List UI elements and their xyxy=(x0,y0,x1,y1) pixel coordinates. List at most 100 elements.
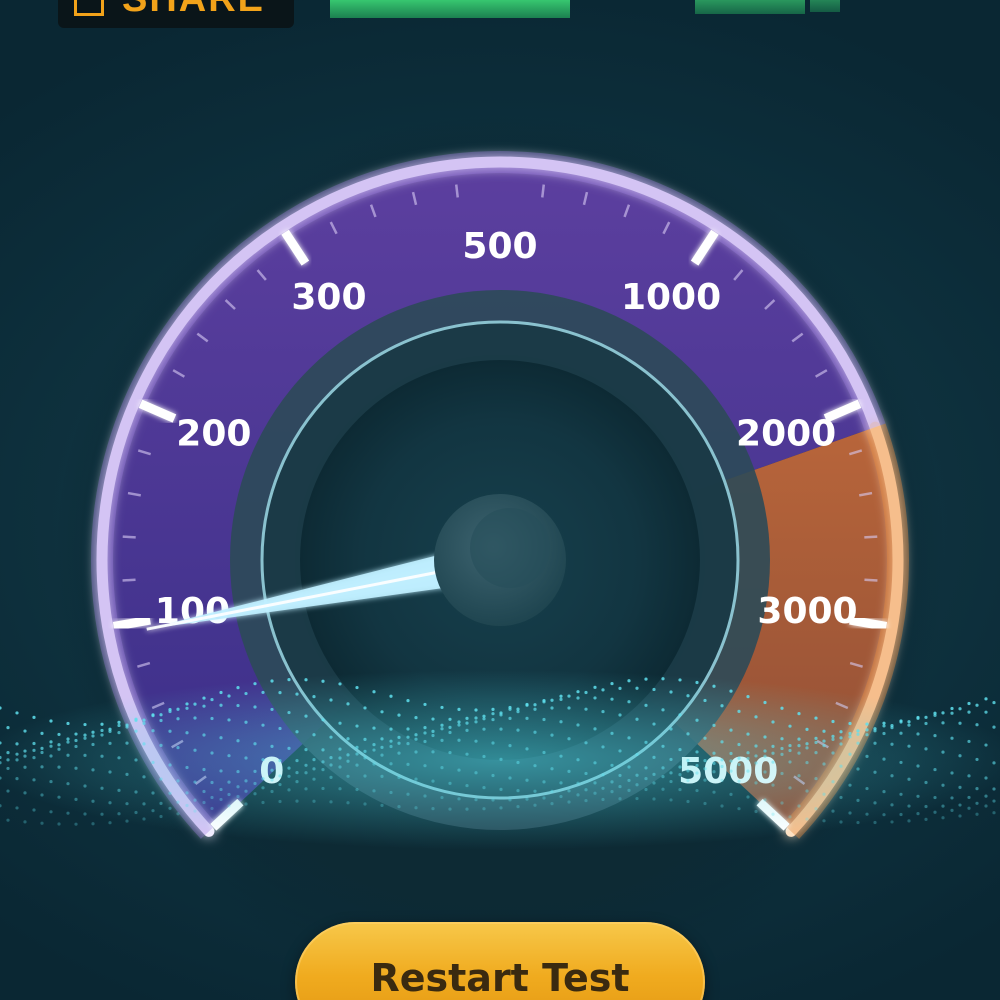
wave-dot xyxy=(227,780,231,784)
wave-dot xyxy=(992,787,996,791)
wave-dot xyxy=(754,809,758,814)
wave-dot xyxy=(950,706,954,711)
wave-dot xyxy=(601,773,605,777)
wave-dot xyxy=(57,747,61,751)
wave-dot xyxy=(576,696,580,700)
wave-dot xyxy=(848,752,852,756)
wave-dot xyxy=(253,742,257,746)
wave-dot xyxy=(763,735,767,739)
wave-dot xyxy=(822,819,826,823)
wave-dot xyxy=(100,812,104,816)
wave-dot xyxy=(227,694,231,698)
wave-dot xyxy=(814,807,818,811)
wave-dot xyxy=(865,786,869,791)
wave-dot xyxy=(890,726,894,730)
wave-dot xyxy=(6,751,10,755)
wave-dot xyxy=(117,756,121,760)
wave-dot xyxy=(627,765,631,769)
wave-dot xyxy=(329,800,333,804)
wave-dot xyxy=(584,690,588,695)
wave-dot xyxy=(984,804,988,808)
wave-dot xyxy=(975,703,979,707)
wave-dot xyxy=(890,774,894,778)
wave-dot xyxy=(227,792,231,797)
wave-dot xyxy=(321,748,325,752)
wave-dot xyxy=(159,718,163,723)
wave-dot xyxy=(499,713,503,717)
wave-dot xyxy=(83,753,87,757)
wave-dot xyxy=(975,723,979,727)
wave-dot xyxy=(737,709,741,713)
wave-dot xyxy=(66,721,70,726)
wave-dot xyxy=(406,735,410,739)
wave-dot xyxy=(0,706,2,710)
wave-dot xyxy=(151,714,155,718)
wave-dot xyxy=(958,814,962,818)
wave-dot xyxy=(644,703,648,707)
wave-dot xyxy=(270,744,274,748)
wave-dot xyxy=(66,782,70,786)
wave-dot xyxy=(924,715,928,719)
wave-dot xyxy=(380,774,384,778)
wave-dot xyxy=(6,758,10,762)
wave-dot xyxy=(652,772,656,776)
wave-dot xyxy=(559,697,563,701)
wave-dot xyxy=(227,754,231,758)
wave-dot xyxy=(270,679,274,683)
wave-dot xyxy=(40,793,44,797)
wave-dot xyxy=(788,743,792,748)
wave-dot xyxy=(142,802,146,806)
wave-dot xyxy=(287,788,291,792)
wave-dot xyxy=(49,779,53,784)
wave-dot xyxy=(448,750,452,755)
wave-dot xyxy=(261,758,265,762)
wave-dot xyxy=(805,817,809,821)
wave-dot xyxy=(117,788,121,792)
wave-dot xyxy=(83,784,87,788)
wave-dot xyxy=(848,783,852,787)
wave-dot xyxy=(346,737,350,741)
wave-dot xyxy=(474,739,478,743)
restart-test-button[interactable]: Restart Test xyxy=(295,922,705,1000)
wave-dot xyxy=(984,710,988,714)
wave-dot xyxy=(100,722,104,726)
wave-dot xyxy=(559,694,563,698)
wave-dot xyxy=(550,706,554,710)
wave-dot xyxy=(346,801,350,805)
wave-dot xyxy=(431,807,435,811)
wave-dot xyxy=(321,768,325,772)
wave-dot xyxy=(669,757,673,762)
wave-dot xyxy=(737,756,741,760)
wave-dot xyxy=(967,739,971,744)
wave-dot xyxy=(975,801,979,805)
wave-dot xyxy=(423,702,427,707)
wave-dot xyxy=(805,727,809,731)
wave-dot xyxy=(754,715,758,719)
wave-dot xyxy=(176,707,180,711)
wave-dot xyxy=(839,764,843,768)
wave-dot xyxy=(644,776,648,781)
wave-dot xyxy=(644,787,648,792)
wave-dot xyxy=(533,707,537,711)
wave-dot xyxy=(295,730,299,734)
wave-dot xyxy=(49,810,53,814)
wave-dot xyxy=(210,795,214,800)
wave-dot xyxy=(933,734,937,738)
wave-dot xyxy=(329,756,333,760)
wave-dot xyxy=(168,763,172,767)
wave-dot xyxy=(746,695,750,699)
wave-dot xyxy=(219,787,223,792)
wave-dot xyxy=(448,781,452,785)
wave-dot xyxy=(873,729,877,733)
wave-dot xyxy=(482,717,486,721)
wave-dot xyxy=(924,780,928,785)
wave-dot xyxy=(159,713,163,717)
wave-dot xyxy=(244,802,248,806)
wave-dot xyxy=(108,770,112,774)
wave-dot xyxy=(66,811,70,815)
wave-dot xyxy=(941,750,945,754)
wave-dot xyxy=(465,728,469,732)
wave-dot xyxy=(550,698,554,702)
wave-dot xyxy=(695,750,699,754)
wave-dot xyxy=(66,740,70,744)
